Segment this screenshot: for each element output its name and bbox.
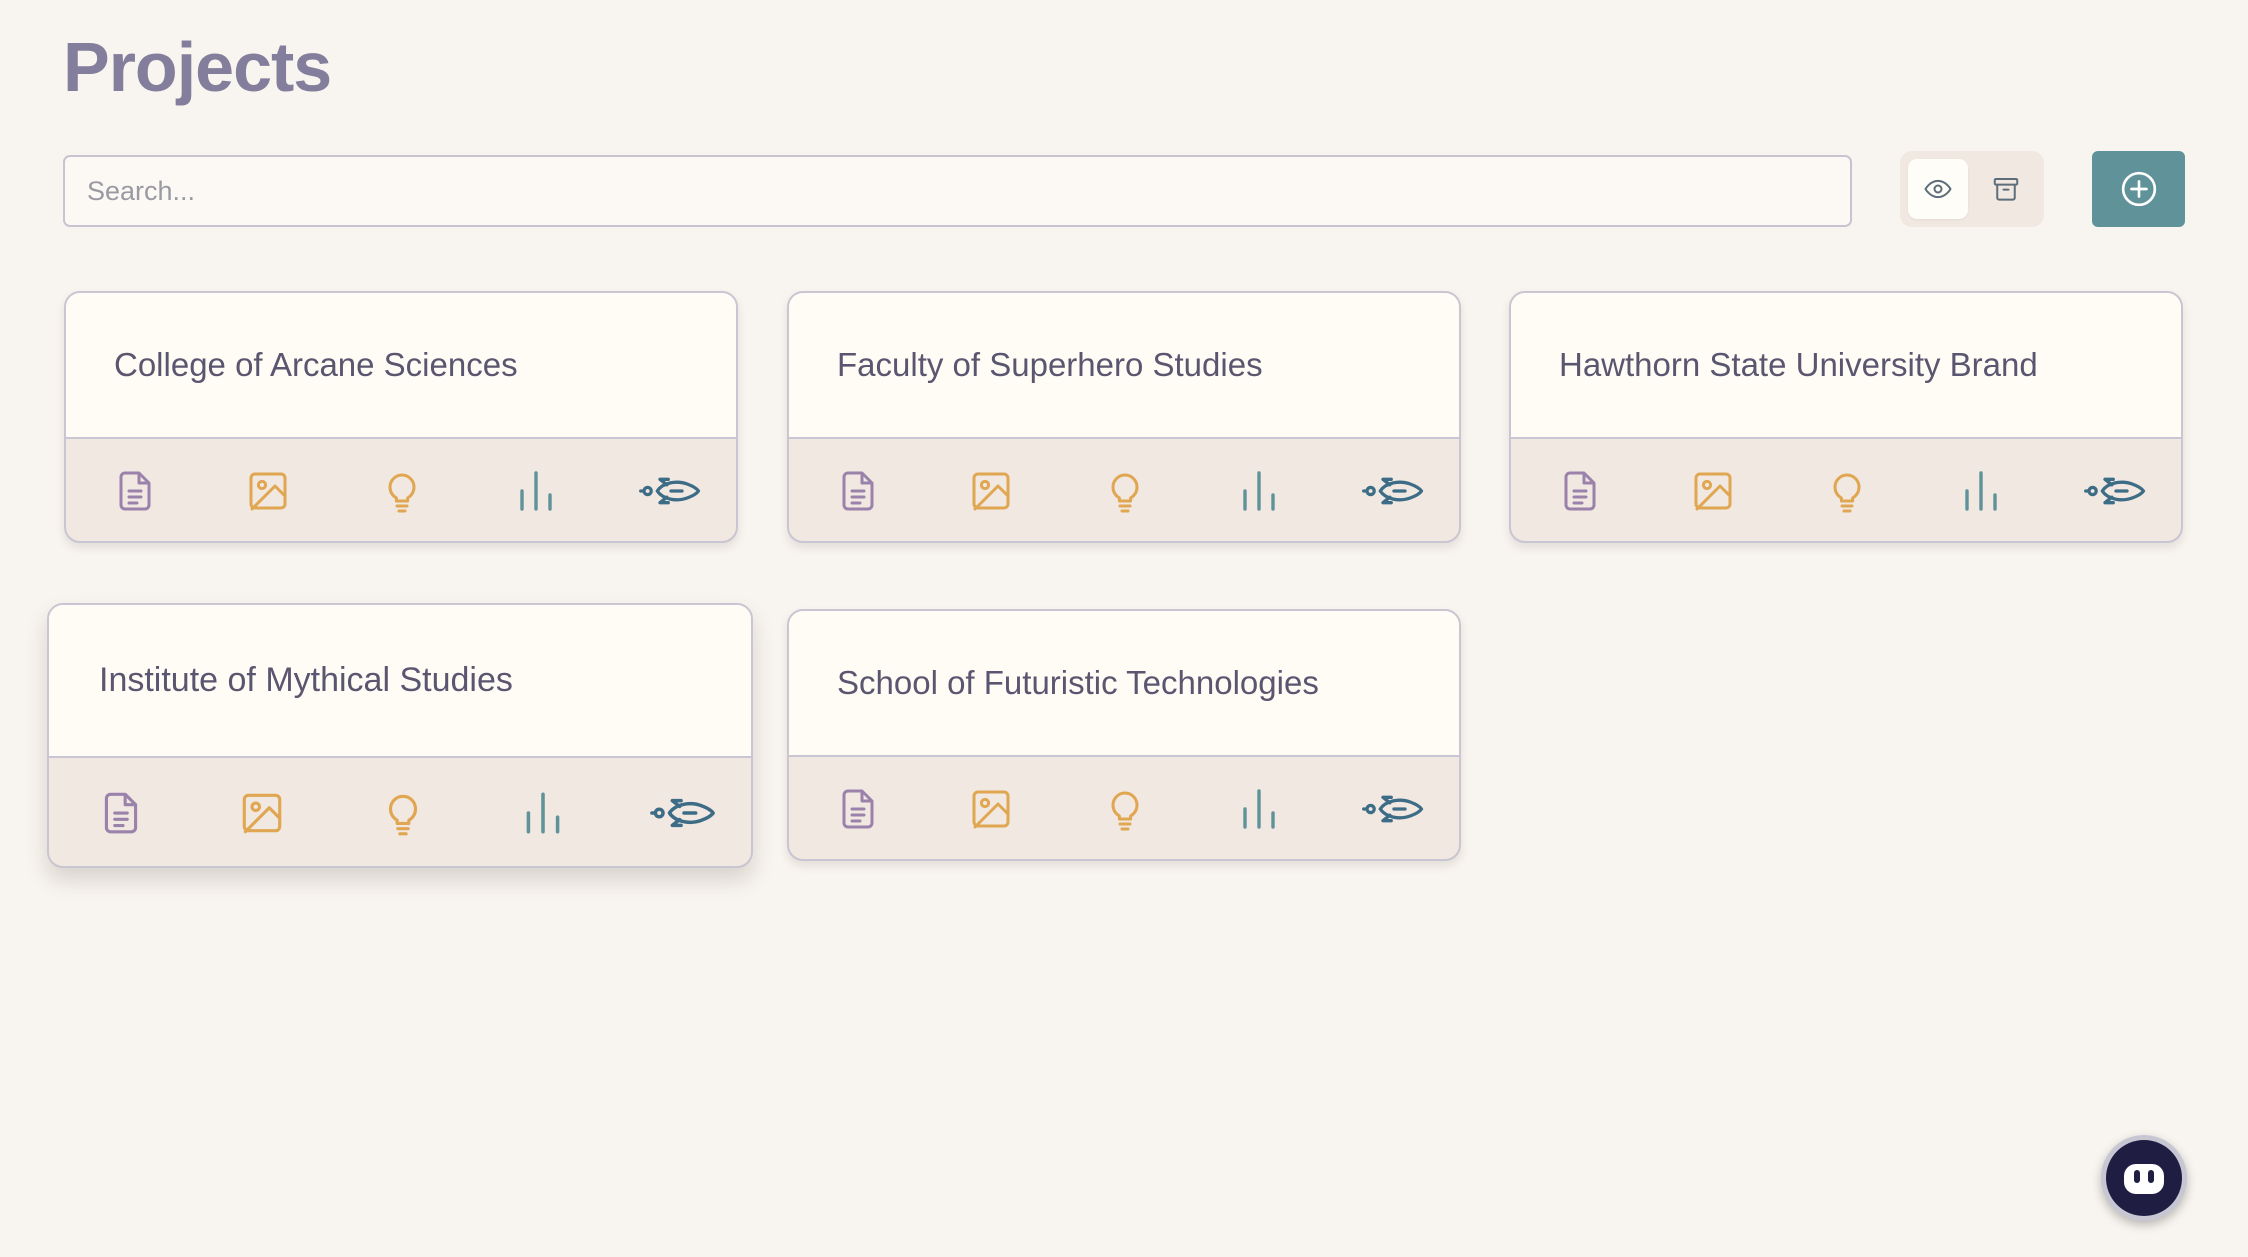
eye-icon — [1924, 179, 1952, 199]
document-icon[interactable] — [96, 788, 146, 838]
project-actions — [789, 439, 1459, 543]
image-icon[interactable] — [967, 467, 1015, 515]
add-project-button[interactable] — [2092, 151, 2185, 227]
image-icon[interactable] — [967, 785, 1015, 833]
image-icon[interactable] — [237, 788, 287, 838]
bar-chart-icon[interactable] — [512, 467, 560, 515]
project-card[interactable]: School of Futuristic Technologies — [787, 609, 1461, 861]
assistant-button[interactable] — [2101, 1135, 2187, 1221]
robot-icon — [2106, 1140, 2182, 1216]
lightbulb-icon[interactable] — [1823, 467, 1871, 515]
search-input[interactable] — [63, 155, 1852, 227]
project-actions — [66, 439, 736, 543]
rocket-icon[interactable] — [649, 796, 719, 831]
document-icon[interactable] — [834, 785, 882, 833]
projects-page: Projects College of Arcane Sciences — [0, 0, 2248, 1257]
bar-chart-icon[interactable] — [518, 788, 568, 838]
rocket-icon[interactable] — [638, 475, 704, 508]
bar-chart-icon[interactable] — [1235, 467, 1283, 515]
lightbulb-icon[interactable] — [1101, 785, 1149, 833]
image-icon[interactable] — [244, 467, 292, 515]
project-actions — [789, 757, 1459, 861]
bar-chart-icon[interactable] — [1957, 467, 2005, 515]
project-name: School of Futuristic Technologies — [789, 611, 1459, 757]
document-icon[interactable] — [111, 467, 159, 515]
project-name: Institute of Mythical Studies — [49, 605, 751, 758]
project-card[interactable]: Institute of Mythical Studies — [47, 603, 753, 868]
document-icon[interactable] — [1556, 467, 1604, 515]
project-name: Hawthorn State University Brand — [1511, 293, 2181, 439]
project-card[interactable]: Faculty of Superhero Studies — [787, 291, 1461, 543]
archive-icon — [1993, 178, 2019, 201]
project-actions — [1511, 439, 2181, 543]
lightbulb-icon[interactable] — [378, 788, 428, 838]
project-card[interactable]: Hawthorn State University Brand — [1509, 291, 2183, 543]
project-card[interactable]: College of Arcane Sciences — [64, 291, 738, 543]
show-archived-toggle[interactable] — [1976, 159, 2036, 219]
image-icon[interactable] — [1689, 467, 1737, 515]
project-actions — [49, 758, 751, 868]
plus-circle-icon — [2121, 171, 2156, 207]
show-active-toggle[interactable] — [1908, 159, 1968, 219]
bar-chart-icon[interactable] — [1235, 785, 1283, 833]
project-name: Faculty of Superhero Studies — [789, 293, 1459, 439]
rocket-icon[interactable] — [2083, 475, 2149, 508]
project-name: College of Arcane Sciences — [66, 293, 736, 439]
lightbulb-icon[interactable] — [378, 467, 426, 515]
lightbulb-icon[interactable] — [1101, 467, 1149, 515]
rocket-icon[interactable] — [1361, 793, 1427, 826]
page-title: Projects — [63, 28, 332, 106]
rocket-icon[interactable] — [1361, 475, 1427, 508]
document-icon[interactable] — [834, 467, 882, 515]
view-toggle-group — [1900, 151, 2044, 227]
